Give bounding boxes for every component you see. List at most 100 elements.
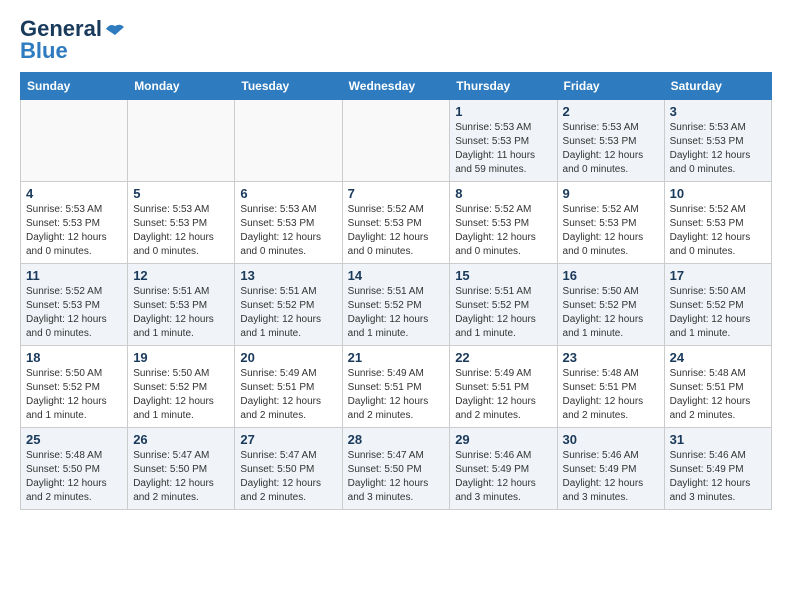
calendar-cell: 30 Sunrise: 5:46 AM Sunset: 5:49 PM Dayli…	[557, 428, 664, 510]
day-number: 23	[563, 350, 659, 365]
day-info: Sunrise: 5:51 AM Sunset: 5:52 PM Dayligh…	[348, 285, 445, 341]
day-info: Sunrise: 5:52 AM Sunset: 5:53 PM Dayligh…	[455, 203, 551, 259]
day-info: Sunrise: 5:47 AM Sunset: 5:50 PM Dayligh…	[133, 449, 229, 505]
weekday-header-monday: Monday	[128, 73, 235, 100]
day-number: 7	[348, 186, 445, 201]
calendar-cell: 8 Sunrise: 5:52 AM Sunset: 5:53 PM Daylig…	[450, 182, 557, 264]
calendar-cell: 12 Sunrise: 5:51 AM Sunset: 5:53 PM Dayli…	[128, 264, 235, 346]
day-info: Sunrise: 5:48 AM Sunset: 5:51 PM Dayligh…	[670, 367, 766, 423]
day-number: 13	[240, 268, 336, 283]
day-info: Sunrise: 5:46 AM Sunset: 5:49 PM Dayligh…	[670, 449, 766, 505]
day-info: Sunrise: 5:50 AM Sunset: 5:52 PM Dayligh…	[670, 285, 766, 341]
weekday-header-saturday: Saturday	[664, 73, 771, 100]
calendar-cell: 18 Sunrise: 5:50 AM Sunset: 5:52 PM Dayli…	[21, 346, 128, 428]
day-number: 8	[455, 186, 551, 201]
day-number: 29	[455, 432, 551, 447]
calendar-cell: 14 Sunrise: 5:51 AM Sunset: 5:52 PM Dayli…	[342, 264, 450, 346]
day-info: Sunrise: 5:51 AM Sunset: 5:53 PM Dayligh…	[133, 285, 229, 341]
logo: General Blue	[20, 16, 126, 64]
day-number: 1	[455, 104, 551, 119]
calendar-cell: 28 Sunrise: 5:47 AM Sunset: 5:50 PM Dayli…	[342, 428, 450, 510]
day-number: 15	[455, 268, 551, 283]
day-info: Sunrise: 5:53 AM Sunset: 5:53 PM Dayligh…	[563, 121, 659, 177]
calendar-week-row: 1 Sunrise: 5:53 AM Sunset: 5:53 PM Daylig…	[21, 100, 772, 182]
day-info: Sunrise: 5:51 AM Sunset: 5:52 PM Dayligh…	[240, 285, 336, 341]
day-info: Sunrise: 5:49 AM Sunset: 5:51 PM Dayligh…	[348, 367, 445, 423]
day-number: 18	[26, 350, 122, 365]
calendar-cell: 7 Sunrise: 5:52 AM Sunset: 5:53 PM Daylig…	[342, 182, 450, 264]
day-number: 26	[133, 432, 229, 447]
day-number: 20	[240, 350, 336, 365]
day-info: Sunrise: 5:50 AM Sunset: 5:52 PM Dayligh…	[133, 367, 229, 423]
day-info: Sunrise: 5:50 AM Sunset: 5:52 PM Dayligh…	[563, 285, 659, 341]
day-info: Sunrise: 5:47 AM Sunset: 5:50 PM Dayligh…	[240, 449, 336, 505]
calendar-table: SundayMondayTuesdayWednesdayThursdayFrid…	[20, 72, 772, 510]
calendar-cell: 5 Sunrise: 5:53 AM Sunset: 5:53 PM Daylig…	[128, 182, 235, 264]
day-number: 31	[670, 432, 766, 447]
weekday-header-wednesday: Wednesday	[342, 73, 450, 100]
day-number: 6	[240, 186, 336, 201]
calendar-cell: 22Sunrise: 5:49 AM Sunset: 5:51 PM Dayli…	[450, 346, 557, 428]
calendar-cell: 25Sunrise: 5:48 AM Sunset: 5:50 PM Dayli…	[21, 428, 128, 510]
calendar-week-row: 18 Sunrise: 5:50 AM Sunset: 5:52 PM Dayli…	[21, 346, 772, 428]
weekday-header-thursday: Thursday	[450, 73, 557, 100]
day-info: Sunrise: 5:52 AM Sunset: 5:53 PM Dayligh…	[348, 203, 445, 259]
day-number: 11	[26, 268, 122, 283]
day-info: Sunrise: 5:50 AM Sunset: 5:52 PM Dayligh…	[26, 367, 122, 423]
calendar-cell: 15 Sunrise: 5:51 AM Sunset: 5:52 PM Dayli…	[450, 264, 557, 346]
weekday-header-tuesday: Tuesday	[235, 73, 342, 100]
calendar-cell	[128, 100, 235, 182]
day-number: 5	[133, 186, 229, 201]
day-info: Sunrise: 5:52 AM Sunset: 5:53 PM Dayligh…	[563, 203, 659, 259]
day-info: Sunrise: 5:46 AM Sunset: 5:49 PM Dayligh…	[455, 449, 551, 505]
calendar-cell: 16 Sunrise: 5:50 AM Sunset: 5:52 PM Dayli…	[557, 264, 664, 346]
calendar-cell: 17Sunrise: 5:50 AM Sunset: 5:52 PM Dayli…	[664, 264, 771, 346]
calendar-body: 1 Sunrise: 5:53 AM Sunset: 5:53 PM Daylig…	[21, 100, 772, 510]
calendar-header-row: SundayMondayTuesdayWednesdayThursdayFrid…	[21, 73, 772, 100]
day-number: 2	[563, 104, 659, 119]
day-info: Sunrise: 5:49 AM Sunset: 5:51 PM Dayligh…	[455, 367, 551, 423]
calendar-cell: 31 Sunrise: 5:46 AM Sunset: 5:49 PM Dayli…	[664, 428, 771, 510]
calendar-week-row: 25Sunrise: 5:48 AM Sunset: 5:50 PM Dayli…	[21, 428, 772, 510]
day-number: 10	[670, 186, 766, 201]
calendar-cell: 13 Sunrise: 5:51 AM Sunset: 5:52 PM Dayli…	[235, 264, 342, 346]
day-info: Sunrise: 5:48 AM Sunset: 5:50 PM Dayligh…	[26, 449, 122, 505]
day-info: Sunrise: 5:52 AM Sunset: 5:53 PM Dayligh…	[26, 285, 122, 341]
day-info: Sunrise: 5:53 AM Sunset: 5:53 PM Dayligh…	[240, 203, 336, 259]
calendar-cell	[342, 100, 450, 182]
day-info: Sunrise: 5:53 AM Sunset: 5:53 PM Dayligh…	[133, 203, 229, 259]
calendar-cell: 9Sunrise: 5:52 AM Sunset: 5:53 PM Daylig…	[557, 182, 664, 264]
calendar-week-row: 4 Sunrise: 5:53 AM Sunset: 5:53 PM Daylig…	[21, 182, 772, 264]
day-number: 24	[670, 350, 766, 365]
calendar-cell: 20 Sunrise: 5:49 AM Sunset: 5:51 PM Dayli…	[235, 346, 342, 428]
page-header: General Blue	[20, 16, 772, 64]
day-number: 14	[348, 268, 445, 283]
calendar-week-row: 11 Sunrise: 5:52 AM Sunset: 5:53 PM Dayli…	[21, 264, 772, 346]
calendar-cell: 26 Sunrise: 5:47 AM Sunset: 5:50 PM Dayli…	[128, 428, 235, 510]
day-info: Sunrise: 5:49 AM Sunset: 5:51 PM Dayligh…	[240, 367, 336, 423]
day-number: 16	[563, 268, 659, 283]
day-number: 27	[240, 432, 336, 447]
day-number: 30	[563, 432, 659, 447]
calendar-cell	[21, 100, 128, 182]
day-info: Sunrise: 5:51 AM Sunset: 5:52 PM Dayligh…	[455, 285, 551, 341]
day-number: 28	[348, 432, 445, 447]
calendar-cell: 4 Sunrise: 5:53 AM Sunset: 5:53 PM Daylig…	[21, 182, 128, 264]
day-info: Sunrise: 5:53 AM Sunset: 5:53 PM Dayligh…	[455, 121, 551, 177]
day-info: Sunrise: 5:53 AM Sunset: 5:53 PM Dayligh…	[670, 121, 766, 177]
logo-blue: Blue	[20, 38, 68, 64]
day-info: Sunrise: 5:53 AM Sunset: 5:53 PM Dayligh…	[26, 203, 122, 259]
day-number: 12	[133, 268, 229, 283]
calendar-cell: 21Sunrise: 5:49 AM Sunset: 5:51 PM Dayli…	[342, 346, 450, 428]
day-info: Sunrise: 5:47 AM Sunset: 5:50 PM Dayligh…	[348, 449, 445, 505]
weekday-header-sunday: Sunday	[21, 73, 128, 100]
calendar-cell: 27 Sunrise: 5:47 AM Sunset: 5:50 PM Dayli…	[235, 428, 342, 510]
day-info: Sunrise: 5:46 AM Sunset: 5:49 PM Dayligh…	[563, 449, 659, 505]
weekday-header-friday: Friday	[557, 73, 664, 100]
logo-bird-icon	[104, 21, 126, 37]
calendar-cell: 3Sunrise: 5:53 AM Sunset: 5:53 PM Daylig…	[664, 100, 771, 182]
day-number: 4	[26, 186, 122, 201]
calendar-cell: 23Sunrise: 5:48 AM Sunset: 5:51 PM Dayli…	[557, 346, 664, 428]
day-info: Sunrise: 5:52 AM Sunset: 5:53 PM Dayligh…	[670, 203, 766, 259]
calendar-cell: 24 Sunrise: 5:48 AM Sunset: 5:51 PM Dayli…	[664, 346, 771, 428]
